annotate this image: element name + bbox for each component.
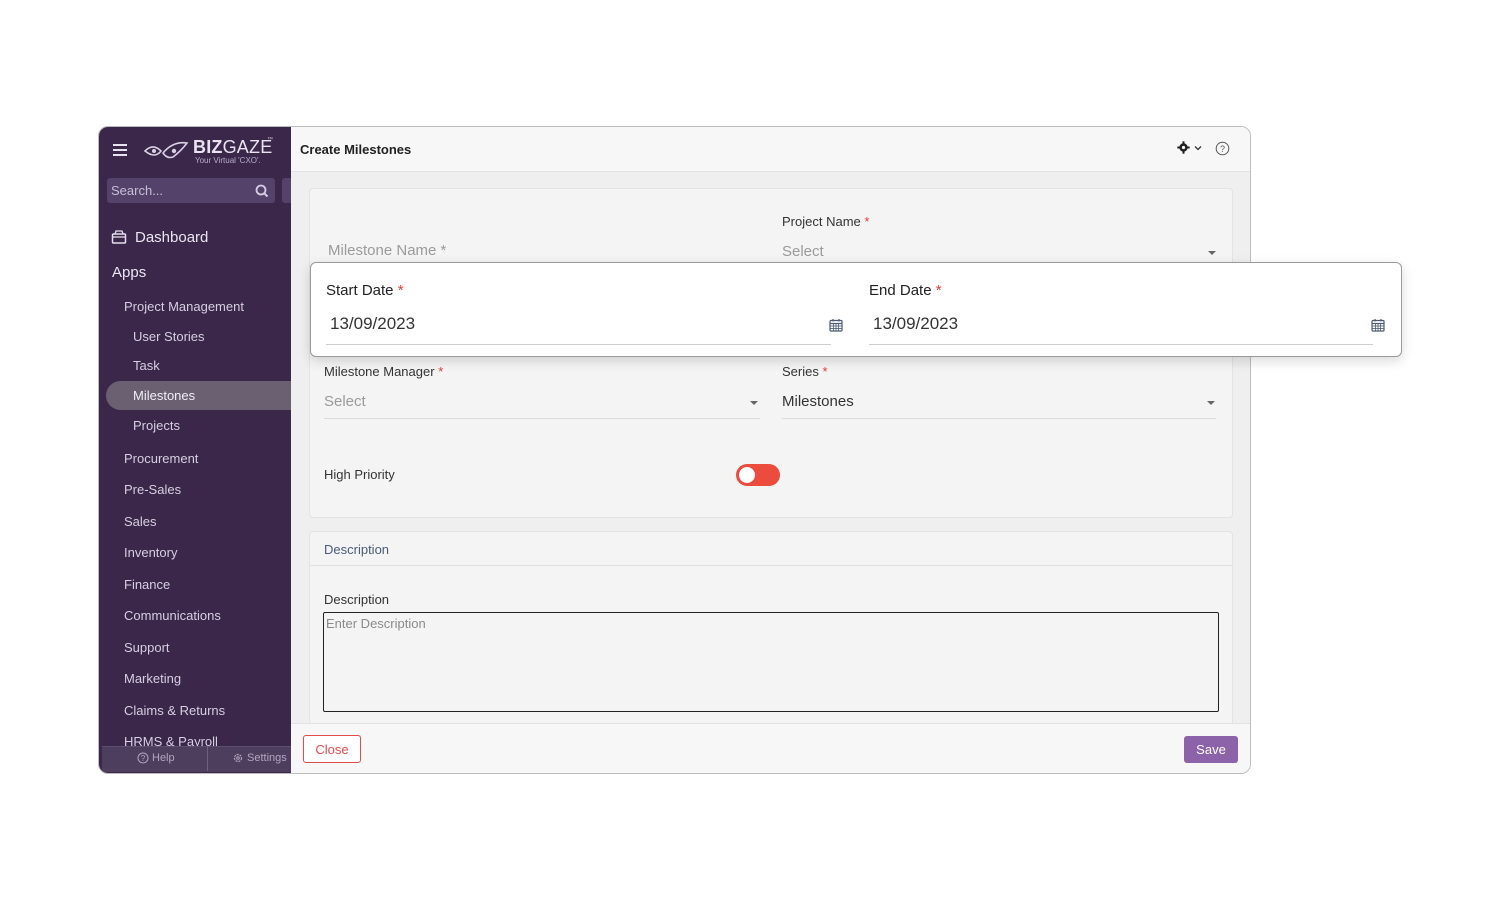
end-date-input[interactable]: 13/09/2023 [873, 314, 958, 334]
form-footer: Close Save [291, 723, 1250, 773]
start-date-underline [326, 344, 831, 345]
settings-gear-icon [233, 753, 243, 763]
brand-name: BIZGAZE [193, 137, 273, 157]
project-name-label: Project Name * [782, 214, 870, 229]
sidebar-item-user-stories[interactable]: User Stories [133, 329, 205, 344]
sidebar-item-dashboard[interactable]: Dashboard [111, 227, 208, 247]
sidebar-item-procurement[interactable]: Procurement [124, 451, 198, 466]
calendar-icon[interactable] [1371, 318, 1385, 332]
sidebar-header: BIZGAZE ™ Your Virtual 'CXO'. [99, 127, 291, 173]
app-window: BIZGAZE ™ Your Virtual 'CXO'. Dashboard … [98, 126, 1251, 774]
settings-label: Settings [247, 752, 287, 764]
series-label: Series * [782, 364, 828, 379]
close-button[interactable]: Close [303, 735, 361, 763]
brand-trademark: ™ [267, 137, 273, 143]
project-name-select[interactable]: Select [782, 243, 824, 260]
sidebar-item-sales[interactable]: Sales [124, 514, 157, 529]
start-date-input[interactable]: 13/09/2023 [330, 314, 415, 334]
menu-icon[interactable] [113, 144, 127, 156]
save-button[interactable]: Save [1184, 736, 1238, 763]
series-underline [782, 418, 1216, 419]
sidebar-item-marketing[interactable]: Marketing [124, 671, 181, 686]
sidebar: BIZGAZE ™ Your Virtual 'CXO'. Dashboard … [99, 127, 296, 773]
brand-logo: BIZGAZE ™ Your Virtual 'CXO'. [143, 135, 273, 167]
description-textarea[interactable] [323, 612, 1219, 712]
description-label: Description [324, 592, 390, 607]
apps-heading: Apps [112, 264, 147, 281]
sidebar-item-milestones[interactable]: Milestones [133, 388, 195, 403]
settings-button[interactable]: Settings [232, 752, 287, 764]
high-priority-label: High Priority [324, 467, 395, 482]
logo-birds-icon [143, 141, 189, 159]
description-card: Description Description [309, 531, 1233, 731]
sidebar-item-finance[interactable]: Finance [124, 577, 170, 592]
date-fields-popup: Start Date * 13/09/2023 End Date * 13/09… [310, 262, 1402, 357]
sidebar-item-task[interactable]: Task [133, 358, 160, 373]
sidebar-item-claims-returns[interactable]: Claims & Returns [124, 703, 225, 718]
brand-tagline: Your Virtual 'CXO'. [195, 156, 261, 165]
milestone-manager-underline [324, 418, 760, 419]
dashboard-label: Dashboard [135, 228, 209, 246]
svg-text:?: ? [141, 754, 146, 763]
sidebar-search [107, 178, 275, 203]
milestone-manager-label: Milestone Manager * [324, 364, 444, 379]
sidebar-item-project-management[interactable]: Project Management [124, 299, 244, 314]
footer-divider [207, 747, 208, 771]
milestone-manager-select[interactable]: Select [324, 393, 366, 410]
sidebar-item-support[interactable]: Support [124, 640, 170, 655]
sidebar-item-pre-sales[interactable]: Pre-Sales [124, 482, 181, 497]
question-circle-icon: ? [137, 752, 149, 764]
end-date-underline [869, 344, 1373, 345]
start-date-label: Start Date * [326, 282, 404, 299]
caret-down-icon [1207, 401, 1215, 405]
toggle-knob [739, 467, 755, 483]
description-section-header: Description [310, 532, 1232, 566]
main-panel: Create Milestones ? Milestone Name * Pro… [291, 127, 1250, 773]
page-title: Create Milestones [300, 142, 412, 157]
caret-down-icon [750, 401, 758, 405]
sidebar-footer: ? Help Settings [102, 746, 291, 772]
sidebar-item-projects[interactable]: Projects [133, 418, 180, 433]
search-input[interactable] [111, 182, 251, 199]
series-select[interactable]: Milestones [782, 393, 854, 410]
calendar-icon[interactable] [829, 318, 843, 332]
high-priority-toggle[interactable] [736, 464, 780, 486]
description-section-title: Description [324, 542, 390, 557]
sidebar-item-communications[interactable]: Communications [124, 608, 221, 623]
gear-icon [1177, 141, 1190, 154]
caret-down-icon [1208, 251, 1216, 255]
search-side-button[interactable] [282, 178, 291, 203]
settings-dropdown-button[interactable] [1177, 141, 1203, 154]
top-bar: Create Milestones ? [291, 127, 1250, 172]
milestone-name-input[interactable]: Milestone Name * [328, 242, 446, 259]
help-label: Help [152, 752, 175, 764]
svg-text:?: ? [1220, 144, 1225, 154]
help-icon[interactable]: ? [1215, 141, 1230, 156]
chevron-down-icon [1194, 145, 1202, 150]
end-date-label: End Date * [869, 282, 942, 299]
sidebar-item-inventory[interactable]: Inventory [124, 545, 177, 560]
help-button[interactable]: ? Help [137, 752, 175, 764]
search-icon[interactable] [254, 183, 270, 199]
dashboard-icon [111, 230, 127, 244]
